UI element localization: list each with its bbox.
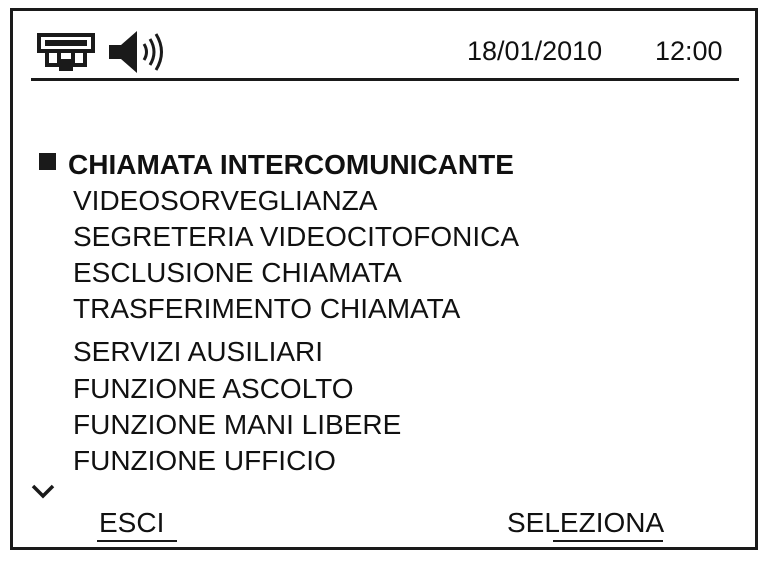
- esci-softkey[interactable]: ESCI: [99, 507, 164, 539]
- seleziona-underline: [553, 540, 663, 542]
- status-bar: 18/01/2010 12:00: [27, 23, 735, 73]
- chevron-down-icon[interactable]: [30, 481, 56, 501]
- menu-item-funzione-mani-libere[interactable]: FUNZIONE MANI LIBERE: [73, 409, 401, 441]
- time-display: 12:00: [655, 36, 723, 66]
- selection-marker: [39, 153, 56, 170]
- seleziona-softkey[interactable]: SELEZIONA: [507, 507, 664, 539]
- esci-underline: [97, 540, 177, 542]
- menu-item-servizi-ausiliari[interactable]: SERVIZI AUSILIARI: [73, 336, 323, 368]
- menu-item-chiamata-intercomunicante[interactable]: CHIAMATA INTERCOMUNICANTE: [68, 149, 514, 181]
- menu-item-esclusione-chiamata[interactable]: ESCLUSIONE CHIAMATA: [73, 257, 402, 289]
- header-divider: [31, 78, 739, 81]
- menu-item-funzione-ufficio[interactable]: FUNZIONE UFFICIO: [73, 445, 336, 477]
- speaker-volume-icon: [109, 31, 163, 73]
- menu-item-trasferimento-chiamata[interactable]: TRASFERIMENTO CHIAMATA: [73, 293, 460, 325]
- menu-item-funzione-ascolto[interactable]: FUNZIONE ASCOLTO: [73, 373, 354, 405]
- intercom-network-icon: [37, 33, 95, 71]
- menu-item-videosorveglianza[interactable]: VIDEOSORVEGLIANZA: [73, 185, 377, 217]
- display-screen: 18/01/2010 12:00 CHIAMATA INTERCOMUNICAN…: [10, 8, 758, 550]
- date-display: 18/01/2010: [467, 36, 603, 66]
- menu-item-segreteria-videocitofonica[interactable]: SEGRETERIA VIDEOCITOFONICA: [73, 221, 519, 253]
